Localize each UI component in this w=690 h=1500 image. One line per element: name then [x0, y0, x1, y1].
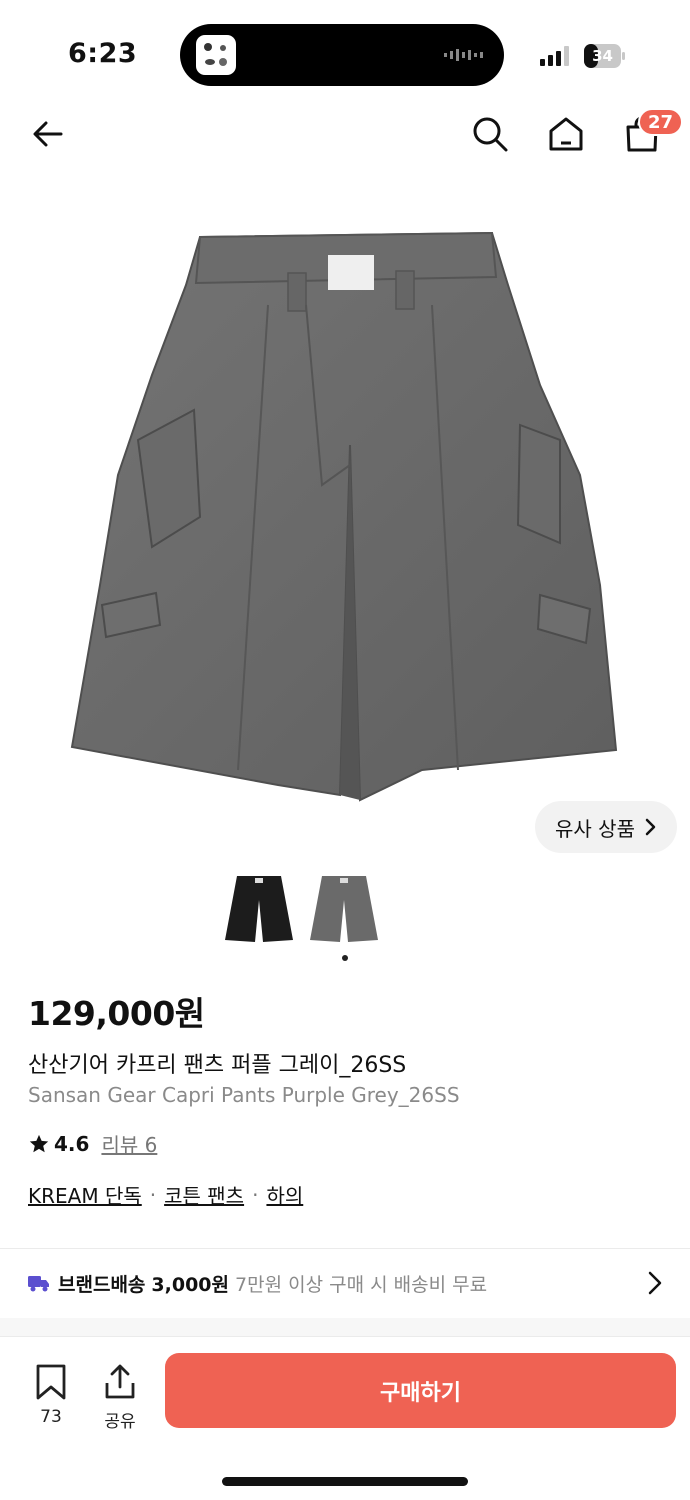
home-indicator [222, 1477, 468, 1486]
review-link[interactable]: 리뷰 6 [101, 1129, 157, 1158]
star-icon [29, 1134, 49, 1152]
battery-level: 34 [592, 47, 613, 65]
product-name-korean: 산산기어 카프리 팬츠 퍼플 그레이_26SS [28, 1053, 407, 1078]
dynamic-island [180, 24, 504, 86]
cellular-signal-icon [540, 46, 569, 66]
shipping-label: 브랜드배송 [58, 1273, 146, 1296]
status-time: 6:23 [68, 38, 138, 69]
color-thumbnails [0, 872, 690, 952]
tag-separator: · [252, 1182, 259, 1207]
home-button[interactable] [544, 112, 588, 156]
shipping-info-row[interactable]: 브랜드배송 3,000원 7만원 이상 구매 시 배송비 무료 [0, 1250, 690, 1316]
chevron-right-icon [645, 818, 656, 836]
tag-bottoms[interactable]: 하의 [266, 1180, 303, 1209]
similar-products-label: 유사 상품 [555, 816, 635, 841]
tag-kream-exclusive[interactable]: KREAM 단독 [28, 1180, 142, 1209]
bookmark-count: 73 [40, 1407, 62, 1427]
thumbnail-grey[interactable] [308, 872, 380, 944]
delivery-truck-icon [28, 1276, 49, 1292]
share-label: 공유 [104, 1412, 136, 1432]
audio-wave-icon [444, 49, 483, 61]
status-bar: 6:23 34 [0, 0, 690, 110]
rating-row: 4.6 리뷰 6 [28, 1129, 157, 1158]
now-playing-app-icon [196, 35, 236, 75]
tag-cotton-pants[interactable]: 코튼 팬츠 [164, 1180, 244, 1209]
search-icon [473, 117, 508, 152]
bottom-action-bar: 73 공유 구매하기 [0, 1336, 690, 1500]
similar-products-button[interactable]: 유사 상품 [535, 801, 677, 853]
category-tags: KREAM 단독 · 코튼 팬츠 · 하의 [28, 1180, 303, 1209]
thumbnail-black[interactable] [223, 872, 295, 944]
top-navigation [0, 110, 690, 160]
product-image[interactable] [60, 225, 630, 810]
home-icon [549, 117, 583, 151]
back-button[interactable] [26, 112, 70, 156]
rating-value: 4.6 [54, 1131, 90, 1156]
chevron-right-icon [648, 1271, 662, 1295]
product-price: 129,000원 [28, 994, 205, 1033]
buy-button[interactable]: 구매하기 [165, 1353, 676, 1428]
share-icon [105, 1364, 135, 1399]
share-button[interactable]: 공유 [90, 1363, 150, 1432]
section-spacer [0, 1318, 690, 1336]
shipping-note: 7만원 이상 구매 시 배송비 무료 [235, 1273, 488, 1296]
shipping-price: 3,000원 [151, 1273, 229, 1296]
bookmark-button[interactable]: 73 [21, 1363, 81, 1427]
battery-icon: 34 [584, 44, 626, 68]
thumbnail-indicator [342, 955, 348, 961]
product-name-english: Sansan Gear Capri Pants Purple Grey_26SS [28, 1083, 460, 1107]
tag-separator: · [149, 1182, 157, 1207]
search-button[interactable] [468, 112, 512, 156]
cart-count-badge: 27 [638, 108, 684, 136]
section-divider [0, 1248, 690, 1249]
bookmark-icon [36, 1364, 66, 1400]
back-arrow-icon [33, 121, 63, 147]
